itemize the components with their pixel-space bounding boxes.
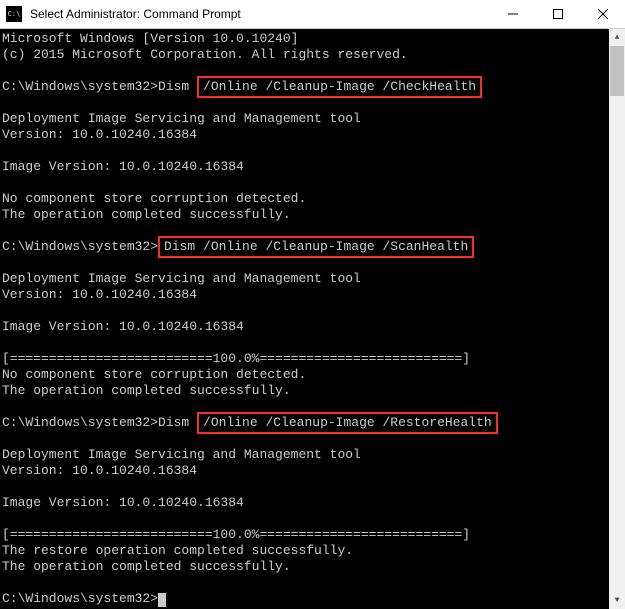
final-prompt: C:\Windows\system32>	[2, 591, 158, 606]
highlight-scanhealth: Dism /Online /Cleanup-Image /ScanHealth	[158, 236, 474, 258]
prompt-3-prefix: C:\Windows\system32>Dism	[2, 415, 197, 430]
image-version-1: Image Version: 10.0.10240.16384	[2, 159, 244, 174]
dism-version-1: Version: 10.0.10240.16384	[2, 127, 197, 142]
op-success-2: The operation completed successfully.	[2, 383, 291, 398]
scrollbar-thumb[interactable]	[610, 46, 624, 96]
titlebar[interactable]: Select Administrator: Command Prompt	[0, 0, 625, 29]
os-banner-line1: Microsoft Windows [Version 10.0.10240]	[2, 31, 298, 46]
command-prompt-window: Select Administrator: Command Prompt Mic…	[0, 0, 625, 609]
scroll-up-arrow[interactable]: ▲	[609, 29, 625, 46]
no-corruption-1: No component store corruption detected.	[2, 191, 306, 206]
cursor	[158, 593, 166, 607]
vertical-scrollbar[interactable]: ▲ ▼	[609, 29, 625, 609]
dism-heading-1: Deployment Image Servicing and Managemen…	[2, 111, 361, 126]
dism-version-2: Version: 10.0.10240.16384	[2, 287, 197, 302]
window-title: Select Administrator: Command Prompt	[30, 7, 490, 21]
restore-success: The restore operation completed successf…	[2, 543, 353, 558]
minimize-icon	[508, 9, 518, 19]
prompt-1-prefix: C:\Windows\system32>Dism	[2, 79, 197, 94]
progress-bar-1: [==========================100.0%=======…	[2, 351, 470, 366]
maximize-icon	[553, 9, 563, 19]
window-controls	[490, 0, 625, 28]
close-button[interactable]	[580, 0, 625, 28]
os-banner-line2: (c) 2015 Microsoft Corporation. All righ…	[2, 47, 408, 62]
maximize-button[interactable]	[535, 0, 580, 28]
progress-bar-2: [==========================100.0%=======…	[2, 527, 470, 542]
image-version-3: Image Version: 10.0.10240.16384	[2, 495, 244, 510]
dism-version-3: Version: 10.0.10240.16384	[2, 463, 197, 478]
no-corruption-2: No component store corruption detected.	[2, 367, 306, 382]
scroll-down-arrow[interactable]: ▼	[609, 592, 625, 609]
terminal-wrapper: Microsoft Windows [Version 10.0.10240] (…	[0, 29, 625, 609]
image-version-2: Image Version: 10.0.10240.16384	[2, 319, 244, 334]
minimize-button[interactable]	[490, 0, 535, 28]
highlight-checkhealth: /Online /Cleanup-Image /CheckHealth	[197, 76, 482, 98]
close-icon	[598, 9, 608, 19]
prompt-2-prefix: C:\Windows\system32>	[2, 239, 158, 254]
op-success-3: The operation completed successfully.	[2, 559, 291, 574]
terminal-output[interactable]: Microsoft Windows [Version 10.0.10240] (…	[0, 29, 609, 609]
highlight-restorehealth: /Online /Cleanup-Image /RestoreHealth	[197, 412, 498, 434]
dism-heading-3: Deployment Image Servicing and Managemen…	[2, 447, 361, 462]
op-success-1: The operation completed successfully.	[2, 207, 291, 222]
dism-heading-2: Deployment Image Servicing and Managemen…	[2, 271, 361, 286]
cmd-icon	[6, 6, 22, 22]
